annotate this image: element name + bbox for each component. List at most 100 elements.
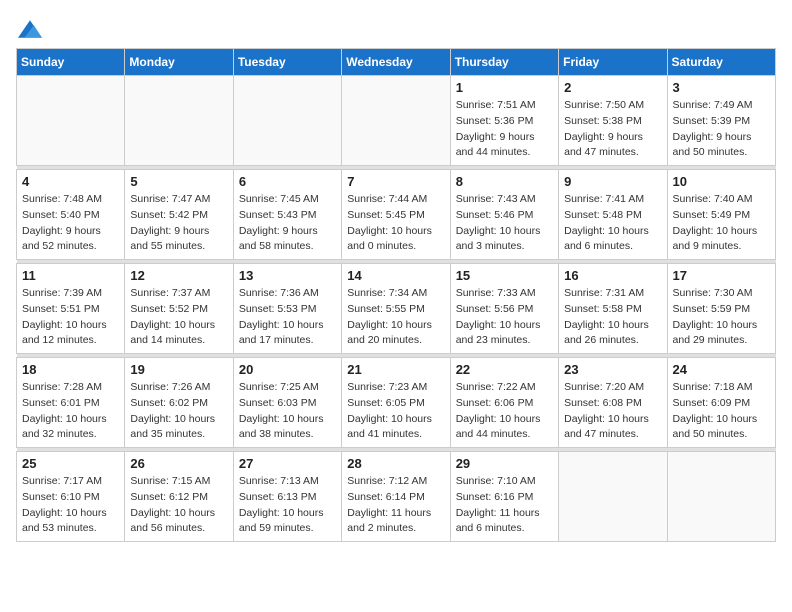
day-number: 27 — [239, 456, 336, 471]
calendar-day-cell: 29 Sunrise: 7:10 AM Sunset: 6:16 PM Dayli… — [450, 452, 558, 542]
calendar-day-cell: 22Sunrise: 7:22 AM Sunset: 6:06 PM Dayli… — [450, 358, 558, 448]
day-number: 17 — [673, 268, 770, 283]
day-info: Sunrise: 7:37 AM Sunset: 5:52 PM Dayligh… — [130, 286, 227, 349]
day-info: Sunrise: 7:18 AM Sunset: 6:09 PM Dayligh… — [673, 380, 770, 443]
calendar-day-cell: 8 Sunrise: 7:43 AM Sunset: 5:46 PM Daylig… — [450, 170, 558, 260]
calendar-day-cell: 21 Sunrise: 7:23 AM Sunset: 6:05 PM Dayli… — [342, 358, 450, 448]
calendar-day-cell: 26 Sunrise: 7:15 AM Sunset: 6:12 PM Dayli… — [125, 452, 233, 542]
day-number: 23 — [564, 362, 661, 377]
calendar-day-cell: 28 Sunrise: 7:12 AM Sunset: 6:14 PM Dayli… — [342, 452, 450, 542]
day-info: Sunrise: 7:15 AM Sunset: 6:12 PM Dayligh… — [130, 474, 227, 537]
day-of-week-header: Tuesday — [233, 49, 341, 76]
calendar-day-cell: 17 Sunrise: 7:30 AM Sunset: 5:59 PM Dayli… — [667, 264, 775, 354]
calendar-day-cell: 12 Sunrise: 7:37 AM Sunset: 5:52 PM Dayli… — [125, 264, 233, 354]
day-number: 16 — [564, 268, 661, 283]
day-info: Sunrise: 7:51 AM Sunset: 5:36 PM Dayligh… — [456, 98, 553, 161]
calendar-header-row: SundayMondayTuesdayWednesdayThursdayFrid… — [17, 49, 776, 76]
day-of-week-header: Wednesday — [342, 49, 450, 76]
calendar-day-cell: 1Sunrise: 7:51 AM Sunset: 5:36 PM Daylig… — [450, 76, 558, 166]
calendar-day-cell: 9 Sunrise: 7:41 AM Sunset: 5:48 PM Daylig… — [559, 170, 667, 260]
calendar-day-cell — [559, 452, 667, 542]
calendar-day-cell: 6 Sunrise: 7:45 AM Sunset: 5:43 PM Daylig… — [233, 170, 341, 260]
day-info: Sunrise: 7:26 AM Sunset: 6:02 PM Dayligh… — [130, 380, 227, 443]
day-info: Sunrise: 7:10 AM Sunset: 6:16 PM Dayligh… — [456, 474, 553, 537]
calendar-day-cell: 5Sunrise: 7:47 AM Sunset: 5:42 PM Daylig… — [125, 170, 233, 260]
day-number: 8 — [456, 174, 553, 189]
day-number: 21 — [347, 362, 444, 377]
day-number: 15 — [456, 268, 553, 283]
calendar-day-cell: 3 Sunrise: 7:49 AM Sunset: 5:39 PM Daylig… — [667, 76, 775, 166]
day-of-week-header: Sunday — [17, 49, 125, 76]
calendar-day-cell: 15 Sunrise: 7:33 AM Sunset: 5:56 PM Dayli… — [450, 264, 558, 354]
day-number: 4 — [22, 174, 119, 189]
day-number: 14 — [347, 268, 444, 283]
day-info: Sunrise: 7:20 AM Sunset: 6:08 PM Dayligh… — [564, 380, 661, 443]
logo — [16, 20, 42, 38]
day-number: 18 — [22, 362, 119, 377]
day-number: 13 — [239, 268, 336, 283]
day-number: 19 — [130, 362, 227, 377]
day-number: 6 — [239, 174, 336, 189]
day-number: 10 — [673, 174, 770, 189]
day-number: 25 — [22, 456, 119, 471]
calendar-day-cell: 10 Sunrise: 7:40 AM Sunset: 5:49 PM Dayli… — [667, 170, 775, 260]
calendar-day-cell: 18Sunrise: 7:28 AM Sunset: 6:01 PM Dayli… — [17, 358, 125, 448]
day-info: Sunrise: 7:49 AM Sunset: 5:39 PM Dayligh… — [673, 98, 770, 161]
day-info: Sunrise: 7:17 AM Sunset: 6:10 PM Dayligh… — [22, 474, 119, 537]
calendar-week-row: 1Sunrise: 7:51 AM Sunset: 5:36 PM Daylig… — [17, 76, 776, 166]
day-info: Sunrise: 7:36 AM Sunset: 5:53 PM Dayligh… — [239, 286, 336, 349]
day-info: Sunrise: 7:22 AM Sunset: 6:06 PM Dayligh… — [456, 380, 553, 443]
day-info: Sunrise: 7:50 AM Sunset: 5:38 PM Dayligh… — [564, 98, 661, 161]
day-info: Sunrise: 7:39 AM Sunset: 5:51 PM Dayligh… — [22, 286, 119, 349]
page-header — [16, 16, 776, 38]
day-number: 26 — [130, 456, 227, 471]
day-number: 20 — [239, 362, 336, 377]
day-of-week-header: Friday — [559, 49, 667, 76]
day-info: Sunrise: 7:23 AM Sunset: 6:05 PM Dayligh… — [347, 380, 444, 443]
calendar-day-cell — [667, 452, 775, 542]
day-number: 12 — [130, 268, 227, 283]
calendar-body: 1Sunrise: 7:51 AM Sunset: 5:36 PM Daylig… — [17, 76, 776, 542]
day-info: Sunrise: 7:33 AM Sunset: 5:56 PM Dayligh… — [456, 286, 553, 349]
calendar-day-cell: 20 Sunrise: 7:25 AM Sunset: 6:03 PM Dayli… — [233, 358, 341, 448]
day-info: Sunrise: 7:44 AM Sunset: 5:45 PM Dayligh… — [347, 192, 444, 255]
day-info: Sunrise: 7:25 AM Sunset: 6:03 PM Dayligh… — [239, 380, 336, 443]
calendar-week-row: 4 Sunrise: 7:48 AM Sunset: 5:40 PM Daylig… — [17, 170, 776, 260]
calendar-day-cell — [125, 76, 233, 166]
calendar-day-cell: 13 Sunrise: 7:36 AM Sunset: 5:53 PM Dayli… — [233, 264, 341, 354]
calendar-week-row: 25 Sunrise: 7:17 AM Sunset: 6:10 PM Dayli… — [17, 452, 776, 542]
calendar-day-cell — [342, 76, 450, 166]
day-number: 29 — [456, 456, 553, 471]
calendar-day-cell: 2 Sunrise: 7:50 AM Sunset: 5:38 PM Daylig… — [559, 76, 667, 166]
day-info: Sunrise: 7:48 AM Sunset: 5:40 PM Dayligh… — [22, 192, 119, 255]
calendar-day-cell — [233, 76, 341, 166]
calendar-day-cell: 23 Sunrise: 7:20 AM Sunset: 6:08 PM Dayli… — [559, 358, 667, 448]
day-number: 9 — [564, 174, 661, 189]
day-info: Sunrise: 7:13 AM Sunset: 6:13 PM Dayligh… — [239, 474, 336, 537]
day-number: 3 — [673, 80, 770, 95]
day-of-week-header: Saturday — [667, 49, 775, 76]
calendar-week-row: 11 Sunrise: 7:39 AM Sunset: 5:51 PM Dayli… — [17, 264, 776, 354]
day-info: Sunrise: 7:12 AM Sunset: 6:14 PM Dayligh… — [347, 474, 444, 537]
day-number: 11 — [22, 268, 119, 283]
day-info: Sunrise: 7:31 AM Sunset: 5:58 PM Dayligh… — [564, 286, 661, 349]
calendar-day-cell: 14 Sunrise: 7:34 AM Sunset: 5:55 PM Dayli… — [342, 264, 450, 354]
day-info: Sunrise: 7:40 AM Sunset: 5:49 PM Dayligh… — [673, 192, 770, 255]
calendar-day-cell: 27 Sunrise: 7:13 AM Sunset: 6:13 PM Dayli… — [233, 452, 341, 542]
day-info: Sunrise: 7:34 AM Sunset: 5:55 PM Dayligh… — [347, 286, 444, 349]
calendar-week-row: 18Sunrise: 7:28 AM Sunset: 6:01 PM Dayli… — [17, 358, 776, 448]
day-of-week-header: Monday — [125, 49, 233, 76]
day-number: 28 — [347, 456, 444, 471]
day-number: 7 — [347, 174, 444, 189]
calendar-day-cell: 19 Sunrise: 7:26 AM Sunset: 6:02 PM Dayli… — [125, 358, 233, 448]
day-info: Sunrise: 7:30 AM Sunset: 5:59 PM Dayligh… — [673, 286, 770, 349]
calendar-day-cell: 16 Sunrise: 7:31 AM Sunset: 5:58 PM Dayli… — [559, 264, 667, 354]
day-info: Sunrise: 7:43 AM Sunset: 5:46 PM Dayligh… — [456, 192, 553, 255]
calendar-table: SundayMondayTuesdayWednesdayThursdayFrid… — [16, 48, 776, 542]
day-info: Sunrise: 7:41 AM Sunset: 5:48 PM Dayligh… — [564, 192, 661, 255]
day-of-week-header: Thursday — [450, 49, 558, 76]
day-info: Sunrise: 7:45 AM Sunset: 5:43 PM Dayligh… — [239, 192, 336, 255]
day-number: 2 — [564, 80, 661, 95]
day-info: Sunrise: 7:47 AM Sunset: 5:42 PM Dayligh… — [130, 192, 227, 255]
calendar-day-cell: 25 Sunrise: 7:17 AM Sunset: 6:10 PM Dayli… — [17, 452, 125, 542]
